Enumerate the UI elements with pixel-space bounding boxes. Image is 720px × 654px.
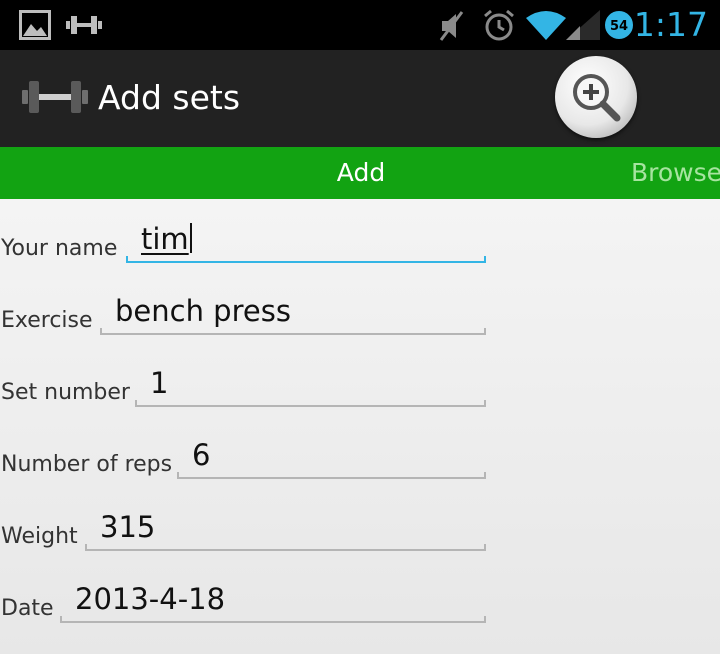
- status-time: 1:17: [633, 5, 708, 44]
- wifi-icon: [526, 11, 566, 40]
- action-bar: Add sets: [0, 50, 720, 147]
- mute-icon: [439, 11, 464, 41]
- battery-icon: 54: [605, 11, 633, 39]
- exercise-value: bench press: [115, 294, 291, 328]
- exercise-label: Exercise: [1, 308, 93, 333]
- your-name-value: tim: [141, 222, 189, 256]
- zoom-in-icon: [573, 74, 621, 122]
- weight-label: Weight: [1, 524, 78, 549]
- tab-add[interactable]: Add: [322, 147, 400, 199]
- image-icon: [19, 10, 51, 40]
- number-of-reps-label: Number of reps: [1, 452, 173, 477]
- signal-icon: [566, 10, 600, 40]
- set-number-label: Set number: [1, 380, 130, 405]
- weight-field[interactable]: 315: [85, 510, 486, 551]
- tab-browse[interactable]: Browse: [631, 147, 720, 199]
- battery-level: 54: [609, 19, 629, 34]
- number-of-reps-field[interactable]: 6: [177, 438, 486, 479]
- date-value: 2013-4-18: [75, 582, 226, 616]
- your-name-label: Your name: [1, 236, 118, 261]
- your-name-field[interactable]: tim: [126, 222, 486, 263]
- tab-bar: Add Browse: [0, 147, 720, 199]
- date-label: Date: [1, 596, 54, 621]
- set-number-field[interactable]: 1: [135, 366, 486, 407]
- text-cursor: [189, 223, 192, 253]
- add-set-form: Your name tim Exercise bench press Set n…: [0, 199, 720, 654]
- search-button[interactable]: [555, 56, 637, 138]
- set-number-value: 1: [150, 366, 169, 400]
- app-title: Add sets: [98, 78, 241, 117]
- date-field[interactable]: 2013-4-18: [60, 582, 486, 623]
- alarm-icon: [484, 9, 514, 41]
- dumbbell-icon: [66, 16, 102, 34]
- status-bar: 54 1:17: [0, 0, 720, 50]
- exercise-field[interactable]: bench press: [100, 294, 486, 335]
- weight-value: 315: [100, 510, 156, 544]
- number-of-reps-value: 6: [192, 438, 211, 472]
- app-dumbbell-icon: [22, 81, 88, 113]
